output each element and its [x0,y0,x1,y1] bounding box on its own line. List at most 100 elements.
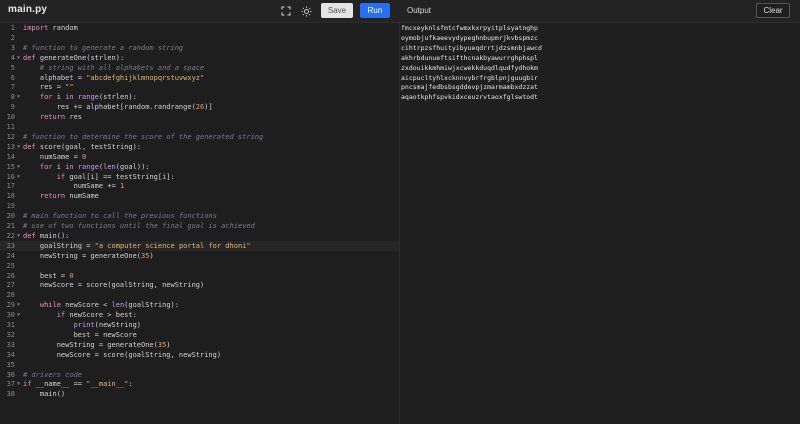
code-line[interactable]: 19 [0,201,399,211]
code-line[interactable]: 24 newString = generateOne(35) [0,251,399,261]
code-line[interactable]: 36 # drivers code [0,370,399,380]
line-number: 26 [6,271,15,280]
clear-button[interactable]: Clear [756,3,790,18]
fold-arrow-icon[interactable]: ▼ [17,53,20,63]
code-line[interactable]: 25 [0,261,399,271]
code-line[interactable]: 10 return res [0,112,399,122]
fold-arrow-icon[interactable]: ▼ [17,231,20,241]
line-number: 31 [6,321,15,329]
code-text: # string with all alphabets and a space [39,63,205,72]
line-number: 11 [6,123,15,131]
code-line[interactable]: 4 ▼ def generateOne(strlen): [0,53,399,63]
code-line[interactable]: 6 alphabet = "abcdefghijklmnopqrstuvwxyz… [0,73,399,83]
line-number: 22 [6,231,15,240]
line-number: 23 [6,241,15,250]
code-line[interactable]: 2 [0,33,399,43]
save-button[interactable]: Save [321,3,353,18]
line-number: 27 [6,281,15,290]
code-line[interactable]: 26 best = 0 [0,271,399,281]
line-number: 36 [6,370,15,379]
line-number: 20 [6,212,15,221]
fold-arrow-icon[interactable]: ▼ [17,172,20,182]
code-line[interactable]: 16 ▼ if goal[i] == testString[i]: [0,172,399,182]
code-line[interactable]: 11 [0,122,399,132]
line-number: 13 [6,142,15,151]
code-line[interactable]: 9 res += alphabet[random.randrange(26)] [0,102,399,112]
code-text: res += alphabet[random.randrange(26)] [23,103,213,112]
code-text: # use of two functions until the final g… [23,222,255,230]
code-text: if __name__ == "__main__": [23,380,133,389]
fold-arrow-icon[interactable]: ▼ [17,379,20,389]
code-text: numSame += 1 [23,182,125,191]
code-line[interactable]: 29 ▼ while newScore < len(goalString): [0,300,399,310]
code-line[interactable]: 30 ▼ if newScore > best: [0,310,399,320]
code-text: newString = generateOne(35) [23,251,154,260]
code-line[interactable]: 12 # function to determine the score of t… [0,132,399,142]
line-number: 17 [6,182,15,191]
code-text: res = "" [23,83,74,92]
code-line[interactable]: 18 return numSame [0,191,399,201]
code-text: for i in range(strlen): [39,93,137,102]
code-line[interactable]: 34 newScore = score(goalString, newStrin… [0,350,399,360]
code-line[interactable]: 21 # use of two functions until the final… [0,221,399,231]
fold-arrow-icon[interactable]: ▼ [17,310,20,320]
toolbar: main.py Save Run Output Clear [0,0,800,23]
code-line[interactable]: 38 main() [0,389,399,399]
fold-arrow-icon[interactable]: ▼ [17,142,20,152]
line-number: 33 [6,340,15,349]
fold-arrow-icon[interactable]: ▼ [17,300,20,310]
line-number: 37 [6,380,15,389]
code-line[interactable]: 3 # function to generate a random string [0,43,399,53]
code-line[interactable]: 32 best = newScore [0,330,399,340]
line-number: 32 [6,330,15,339]
code-line[interactable]: 15 ▼ for i in range(len(goal)): [0,162,399,172]
file-tab[interactable]: main.py [8,4,47,15]
code-text: if goal[i] == testString[i]: [56,172,175,181]
code-line[interactable]: 22 ▼ def main(): [0,231,399,241]
code-line[interactable]: 5 # string with all alphabets and a spac… [0,63,399,73]
line-number: 29 [6,301,15,310]
code-line[interactable]: 37 ▼ if __name__ == "__main__": [0,379,399,389]
code-text: main() [23,390,66,399]
code-line[interactable]: 27 newScore = score(goalString, newStrin… [0,280,399,290]
code-text: if newScore > best: [56,311,137,320]
code-text: # drivers code [23,370,83,379]
line-number: 16 [6,172,15,181]
code-line[interactable]: 28 [0,290,399,300]
code-line[interactable]: 17 numSame += 1 [0,181,399,191]
code-line[interactable]: 7 res = "" [0,82,399,92]
code-text: return numSame [39,192,99,201]
code-text: alphabet = "abcdefghijklmnopqrstuvwxyz" [23,73,205,82]
line-number: 14 [6,152,15,161]
code-line[interactable]: 8 ▼ for i in range(strlen): [0,92,399,102]
sun-icon[interactable] [298,3,314,19]
output-line: fmcxeyknlsfmtcfwmxkxrpyitplsyatnghp [401,24,538,32]
line-number: 7 [10,83,15,92]
code-line[interactable]: 35 [0,360,399,370]
fold-arrow-icon[interactable]: ▼ [17,162,20,172]
code-text: # function to determine the score of the… [23,132,264,141]
code-text: for i in range(len(goal)): [39,162,150,171]
code-line[interactable]: 14 numSame = 0 [0,152,399,162]
code-editor[interactable]: 1 import random 2 3 # function to generate a… [0,23,400,424]
code-line[interactable]: 20 # main function to call the previous f… [0,211,399,221]
line-number: 8 [10,93,15,102]
run-button[interactable]: Run [360,3,390,18]
code-text: # main function to call the previous fun… [23,212,217,221]
output-line: aicpucltyhlxcknnvybrfrgblpnjguugbir [401,73,538,82]
output-line: aqaotkphfspvkidxceuzrvtaoxfglswtodt [401,93,538,102]
code-line[interactable]: 1 import random [0,23,399,33]
line-number: 2 [10,33,15,42]
code-line[interactable]: 31 print(newString) [0,320,399,330]
code-line[interactable]: 23 goalString = "a computer science port… [0,240,399,251]
fold-arrow-icon[interactable]: ▼ [17,92,20,102]
fullscreen-icon[interactable] [278,3,294,19]
line-number: 19 [6,202,15,211]
code-text: # function to generate a random string [23,43,184,52]
line-number: 12 [6,132,15,141]
code-line[interactable]: 13 ▼ def score(goal, testString): [0,142,399,152]
line-number: 5 [10,63,15,72]
code-line[interactable]: 33 newString = generateOne(35) [0,340,399,350]
code-text: while newScore < len(goalString): [39,301,179,310]
line-number: 28 [6,291,15,300]
